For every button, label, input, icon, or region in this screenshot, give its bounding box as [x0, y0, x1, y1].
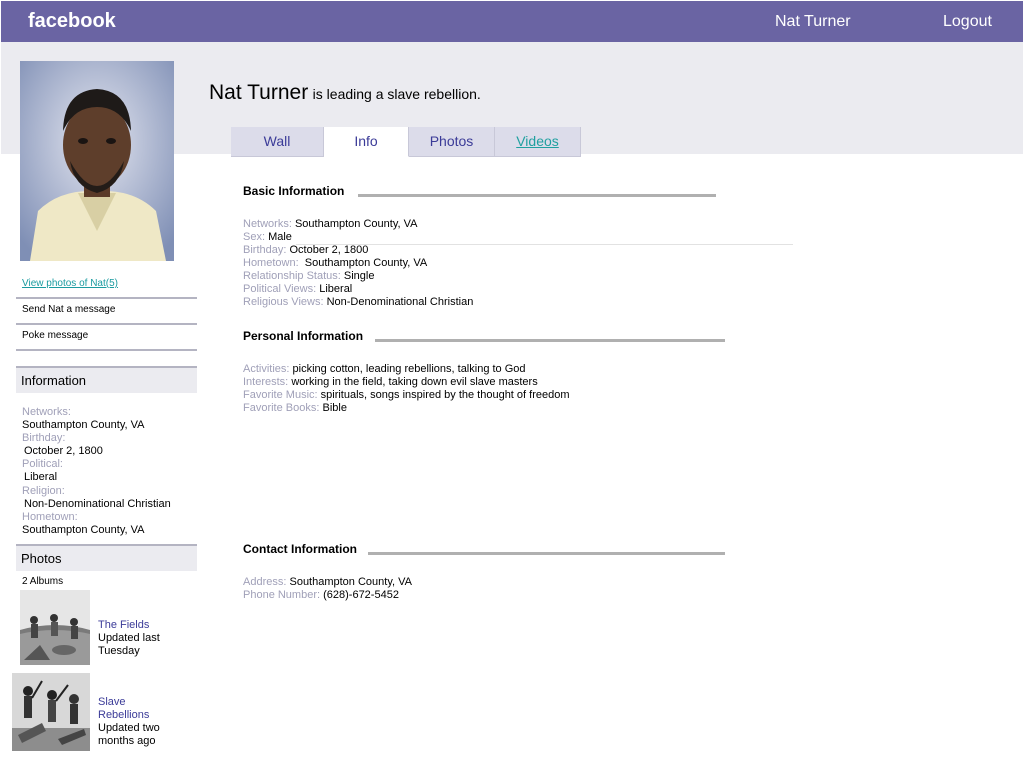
personal-information-title: Personal Information: [243, 329, 364, 343]
rebellions-thumbnail-image: [12, 673, 90, 751]
sidebar-hometown-value: Southampton County, VA: [22, 524, 145, 536]
sidebar-political-value: Liberal: [24, 471, 58, 483]
profile-photo[interactable]: [20, 61, 174, 261]
basic-relationship-label: Relationship Status:: [243, 270, 341, 282]
sidebar-networks-value: Southampton County, VA: [22, 419, 145, 431]
album-updated-rebellions-line2: months ago: [98, 735, 156, 747]
basic-relationship-value: Single: [343, 270, 375, 282]
top-navigation-bar: facebook Nat Turner Logout: [1, 1, 1023, 42]
album-title-rebellions-line2[interactable]: Rebellions: [98, 709, 149, 721]
basic-information-title: Basic Information: [243, 184, 345, 198]
basic-sex-value: Male: [268, 231, 292, 243]
profile-portrait-image: [20, 61, 174, 261]
sidebar-hometown-label: Hometown:: [22, 511, 78, 523]
album-updated-fields-line2: Tuesday: [98, 645, 140, 657]
basic-birthday-value: October 2, 1800: [289, 244, 369, 256]
view-photos-link[interactable]: View photos of Nat(5): [22, 278, 118, 289]
basic-hometown-value: Southampton County, VA: [304, 257, 428, 269]
basic-row-birthday: Birthday: October 2, 1800: [243, 244, 368, 256]
contact-phone-label: Phone Number:: [243, 589, 321, 601]
sidebar-birthday-label: Birthday:: [22, 432, 66, 444]
album-title-fields[interactable]: The Fields: [98, 619, 149, 631]
sidebar-religion-value: Non-Denominational Christian: [24, 498, 171, 510]
basic-row-hometown: Hometown: Southampton County, VA: [243, 257, 427, 269]
basic-information-rule: [358, 194, 716, 197]
basic-hometown-label: Hometown:: [243, 257, 299, 269]
contact-phone-value: (628)-672-5452: [323, 589, 399, 601]
personal-interests-label: Interests:: [243, 376, 289, 388]
basic-row-sex: Sex: Male: [243, 231, 292, 243]
personal-activities-value: picking cotton, leading rebellions, talk…: [292, 363, 526, 375]
tab-info[interactable]: Info: [324, 127, 409, 157]
contact-row-address: Address: Southampton County, VA: [243, 576, 412, 588]
basic-row-religious: Religious Views: Non-Denominational Chri…: [243, 296, 473, 308]
send-message-link[interactable]: Send Nat a message: [22, 304, 115, 315]
profile-status: is leading a slave rebellion.: [312, 86, 481, 102]
basic-row-political: Political Views: Liberal: [243, 283, 352, 295]
basic-political-value: Liberal: [319, 283, 353, 295]
album-thumbnail-fields[interactable]: [20, 590, 90, 665]
photos-title: Photos: [21, 551, 62, 566]
personal-books-label: Favorite Books:: [243, 402, 320, 414]
sidebar-birthday-value: October 2, 1800: [24, 445, 103, 457]
tab-photos[interactable]: Photos: [409, 127, 495, 157]
contact-row-phone: Phone Number: (628)-672-5452: [243, 589, 399, 601]
basic-thin-divider: [296, 244, 793, 245]
contact-information-title: Contact Information: [243, 542, 357, 556]
sidebar-divider: [16, 323, 197, 325]
tab-wall-label: Wall: [263, 133, 291, 149]
sidebar-divider: [16, 297, 197, 299]
basic-religious-label: Religious Views:: [243, 296, 324, 308]
profile-heading: Nat Turner is leading a slave rebellion.: [209, 81, 481, 105]
personal-row-books: Favorite Books: Bible: [243, 402, 347, 414]
basic-networks-value: Southampton County, VA: [294, 218, 418, 230]
tab-videos[interactable]: Videos: [495, 127, 581, 157]
personal-activities-label: Activities:: [243, 363, 290, 375]
album-updated-rebellions-line1: Updated two: [98, 722, 160, 734]
personal-row-activities: Activities: picking cotton, leading rebe…: [243, 363, 526, 375]
personal-information-rule: [375, 339, 725, 342]
facebook-logo[interactable]: facebook: [28, 10, 116, 33]
poke-link[interactable]: Poke message: [22, 330, 88, 341]
basic-religious-value: Non-Denominational Christian: [326, 296, 474, 308]
information-title: Information: [21, 373, 87, 388]
sidebar-divider: [16, 349, 197, 351]
tab-videos-label: Videos: [516, 133, 559, 149]
basic-row-networks: Networks: Southampton County, VA: [243, 218, 417, 230]
album-title-rebellions-line1[interactable]: Slave: [98, 696, 126, 708]
tab-wall[interactable]: Wall: [231, 127, 324, 157]
sidebar-networks-label: Networks:: [22, 406, 71, 418]
sidebar-political-label: Political:: [22, 458, 63, 470]
personal-row-interests: Interests: working in the field, taking …: [243, 376, 538, 388]
contact-address-label: Address:: [243, 576, 287, 588]
information-section-header: Information: [16, 366, 197, 393]
fields-thumbnail-image: [20, 590, 90, 665]
contact-information-rule: [368, 552, 725, 555]
albums-count: 2 Albums: [22, 576, 64, 587]
personal-books-value: Bible: [322, 402, 347, 414]
contact-address-value: Southampton County, VA: [289, 576, 412, 588]
profile-name: Nat Turner: [209, 81, 309, 104]
basic-sex-label: Sex:: [243, 231, 266, 243]
album-updated-fields-line1: Updated last: [98, 632, 160, 644]
basic-row-relationship: Relationship Status: Single: [243, 270, 374, 282]
logout-link[interactable]: Logout: [943, 13, 992, 31]
basic-birthday-label: Birthday:: [243, 244, 287, 256]
album-thumbnail-rebellions[interactable]: [12, 673, 90, 751]
basic-political-label: Political Views:: [243, 283, 317, 295]
personal-music-label: Favorite Music:: [243, 389, 318, 401]
personal-music-value: spirituals, songs inspired by the though…: [320, 389, 570, 401]
personal-interests-value: working in the field, taking down evil s…: [291, 376, 538, 388]
basic-networks-label: Networks:: [243, 218, 292, 230]
personal-row-music: Favorite Music: spirituals, songs inspir…: [243, 389, 570, 401]
tab-photos-label: Photos: [429, 133, 474, 149]
sidebar-religion-label: Religion:: [22, 485, 65, 497]
tab-info-label: Info: [354, 133, 378, 149]
photos-section-header: Photos: [16, 544, 197, 571]
top-user-name-link[interactable]: Nat Turner: [775, 13, 851, 31]
